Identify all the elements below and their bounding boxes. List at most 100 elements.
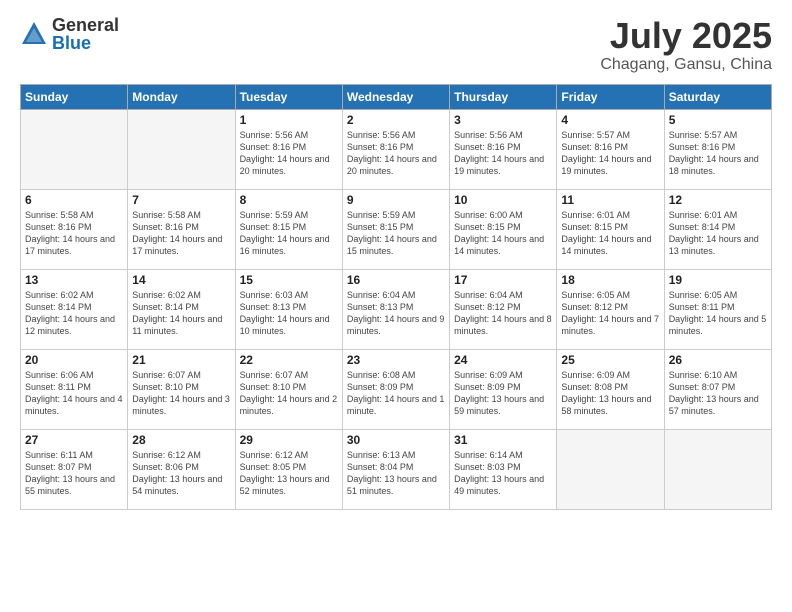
day-number: 14 — [132, 273, 230, 287]
day-detail: Sunrise: 6:02 AM Sunset: 8:14 PM Dayligh… — [25, 289, 123, 338]
calendar-header-cell: Wednesday — [342, 84, 449, 109]
day-number: 28 — [132, 433, 230, 447]
calendar: SundayMondayTuesdayWednesdayThursdayFrid… — [20, 84, 772, 510]
day-number: 21 — [132, 353, 230, 367]
calendar-day-cell: 3Sunrise: 5:56 AM Sunset: 8:16 PM Daylig… — [450, 109, 557, 189]
logo-general: General — [52, 16, 119, 34]
day-number: 2 — [347, 113, 445, 127]
day-number: 3 — [454, 113, 552, 127]
day-detail: Sunrise: 5:57 AM Sunset: 8:16 PM Dayligh… — [669, 129, 767, 178]
calendar-day-cell: 25 Sunrise: 6:09 AM Sunset: 8:08 PM Dayli… — [557, 349, 664, 429]
calendar-day-cell: 4 Sunrise: 5:57 AM Sunset: 8:16 PM Daylig… — [557, 109, 664, 189]
logo-blue: Blue — [52, 34, 119, 52]
calendar-day-cell: 21Sunrise: 6:07 AM Sunset: 8:10 PM Dayli… — [128, 349, 235, 429]
day-detail: Sunrise: 6:04 AM Sunset: 8:13 PM Dayligh… — [347, 289, 445, 338]
day-number: 13 — [25, 273, 123, 287]
calendar-day-cell — [664, 429, 771, 509]
day-detail: Sunrise: 6:07 AM Sunset: 8:10 PM Dayligh… — [240, 369, 338, 418]
calendar-week-row: 1 Sunrise: 5:56 AM Sunset: 8:16 PM Daylig… — [21, 109, 772, 189]
calendar-day-cell: 28 Sunrise: 6:12 AM Sunset: 8:06 PM Dayli… — [128, 429, 235, 509]
day-detail: Sunrise: 5:57 AM Sunset: 8:16 PM Dayligh… — [561, 129, 659, 178]
calendar-day-cell: 6Sunrise: 5:58 AM Sunset: 8:16 PM Daylig… — [21, 189, 128, 269]
day-number: 8 — [240, 193, 338, 207]
day-detail: Sunrise: 6:12 AM Sunset: 8:05 PM Dayligh… — [240, 449, 338, 498]
day-detail: Sunrise: 6:09 AM Sunset: 8:08 PM Dayligh… — [561, 369, 659, 418]
day-number: 9 — [347, 193, 445, 207]
calendar-day-cell: 15 Sunrise: 6:03 AM Sunset: 8:13 PM Dayli… — [235, 269, 342, 349]
calendar-header-cell: Tuesday — [235, 84, 342, 109]
day-number: 29 — [240, 433, 338, 447]
calendar-header-cell: Sunday — [21, 84, 128, 109]
day-number: 25 — [561, 353, 659, 367]
calendar-header-cell: Monday — [128, 84, 235, 109]
logo-icon — [20, 20, 48, 48]
day-detail: Sunrise: 5:59 AM Sunset: 8:15 PM Dayligh… — [240, 209, 338, 258]
calendar-day-cell: 26 Sunrise: 6:10 AM Sunset: 8:07 PM Dayli… — [664, 349, 771, 429]
day-detail: Sunrise: 6:05 AM Sunset: 8:11 PM Dayligh… — [669, 289, 767, 338]
calendar-day-cell: 31Sunrise: 6:14 AM Sunset: 8:03 PM Dayli… — [450, 429, 557, 509]
page: General Blue July 2025 Chagang, Gansu, C… — [0, 0, 792, 612]
logo-text: General Blue — [52, 16, 119, 52]
calendar-week-row: 6Sunrise: 5:58 AM Sunset: 8:16 PM Daylig… — [21, 189, 772, 269]
day-detail: Sunrise: 6:10 AM Sunset: 8:07 PM Dayligh… — [669, 369, 767, 418]
day-number: 19 — [669, 273, 767, 287]
day-number: 20 — [25, 353, 123, 367]
day-detail: Sunrise: 6:03 AM Sunset: 8:13 PM Dayligh… — [240, 289, 338, 338]
calendar-day-cell: 9 Sunrise: 5:59 AM Sunset: 8:15 PM Daylig… — [342, 189, 449, 269]
calendar-day-cell: 27 Sunrise: 6:11 AM Sunset: 8:07 PM Dayli… — [21, 429, 128, 509]
calendar-day-cell: 19 Sunrise: 6:05 AM Sunset: 8:11 PM Dayli… — [664, 269, 771, 349]
day-detail: Sunrise: 6:01 AM Sunset: 8:15 PM Dayligh… — [561, 209, 659, 258]
day-detail: Sunrise: 6:12 AM Sunset: 8:06 PM Dayligh… — [132, 449, 230, 498]
day-detail: Sunrise: 6:01 AM Sunset: 8:14 PM Dayligh… — [669, 209, 767, 258]
day-detail: Sunrise: 6:00 AM Sunset: 8:15 PM Dayligh… — [454, 209, 552, 258]
month-title: July 2025 — [600, 16, 772, 56]
day-number: 26 — [669, 353, 767, 367]
day-detail: Sunrise: 6:13 AM Sunset: 8:04 PM Dayligh… — [347, 449, 445, 498]
day-detail: Sunrise: 6:14 AM Sunset: 8:03 PM Dayligh… — [454, 449, 552, 498]
day-detail: Sunrise: 6:05 AM Sunset: 8:12 PM Dayligh… — [561, 289, 659, 338]
logo: General Blue — [20, 16, 119, 52]
day-number: 4 — [561, 113, 659, 127]
calendar-day-cell: 10Sunrise: 6:00 AM Sunset: 8:15 PM Dayli… — [450, 189, 557, 269]
calendar-day-cell: 7Sunrise: 5:58 AM Sunset: 8:16 PM Daylig… — [128, 189, 235, 269]
day-number: 7 — [132, 193, 230, 207]
day-detail: Sunrise: 6:08 AM Sunset: 8:09 PM Dayligh… — [347, 369, 445, 418]
calendar-day-cell: 2Sunrise: 5:56 AM Sunset: 8:16 PM Daylig… — [342, 109, 449, 189]
day-number: 24 — [454, 353, 552, 367]
day-number: 16 — [347, 273, 445, 287]
day-number: 27 — [25, 433, 123, 447]
calendar-header-cell: Saturday — [664, 84, 771, 109]
day-number: 22 — [240, 353, 338, 367]
day-detail: Sunrise: 6:06 AM Sunset: 8:11 PM Dayligh… — [25, 369, 123, 418]
day-number: 11 — [561, 193, 659, 207]
subtitle: Chagang, Gansu, China — [600, 56, 772, 74]
day-number: 30 — [347, 433, 445, 447]
day-number: 23 — [347, 353, 445, 367]
day-number: 12 — [669, 193, 767, 207]
header: General Blue July 2025 Chagang, Gansu, C… — [20, 16, 772, 74]
day-number: 6 — [25, 193, 123, 207]
calendar-body: 1 Sunrise: 5:56 AM Sunset: 8:16 PM Daylig… — [21, 109, 772, 509]
calendar-day-cell: 29 Sunrise: 6:12 AM Sunset: 8:05 PM Dayli… — [235, 429, 342, 509]
calendar-header-cell: Thursday — [450, 84, 557, 109]
day-number: 15 — [240, 273, 338, 287]
day-number: 17 — [454, 273, 552, 287]
calendar-week-row: 27 Sunrise: 6:11 AM Sunset: 8:07 PM Dayli… — [21, 429, 772, 509]
calendar-day-cell — [21, 109, 128, 189]
title-section: July 2025 Chagang, Gansu, China — [600, 16, 772, 74]
day-detail: Sunrise: 6:02 AM Sunset: 8:14 PM Dayligh… — [132, 289, 230, 338]
calendar-day-cell — [557, 429, 664, 509]
day-number: 18 — [561, 273, 659, 287]
calendar-day-cell: 23 Sunrise: 6:08 AM Sunset: 8:09 PM Dayli… — [342, 349, 449, 429]
day-detail: Sunrise: 5:56 AM Sunset: 8:16 PM Dayligh… — [240, 129, 338, 178]
calendar-day-cell — [128, 109, 235, 189]
calendar-day-cell: 13 Sunrise: 6:02 AM Sunset: 8:14 PM Dayli… — [21, 269, 128, 349]
calendar-day-cell: 12 Sunrise: 6:01 AM Sunset: 8:14 PM Dayli… — [664, 189, 771, 269]
day-detail: Sunrise: 6:04 AM Sunset: 8:12 PM Dayligh… — [454, 289, 552, 338]
calendar-day-cell: 22 Sunrise: 6:07 AM Sunset: 8:10 PM Dayli… — [235, 349, 342, 429]
day-number: 5 — [669, 113, 767, 127]
calendar-day-cell: 16 Sunrise: 6:04 AM Sunset: 8:13 PM Dayli… — [342, 269, 449, 349]
day-detail: Sunrise: 5:59 AM Sunset: 8:15 PM Dayligh… — [347, 209, 445, 258]
day-number: 1 — [240, 113, 338, 127]
day-detail: Sunrise: 6:11 AM Sunset: 8:07 PM Dayligh… — [25, 449, 123, 498]
